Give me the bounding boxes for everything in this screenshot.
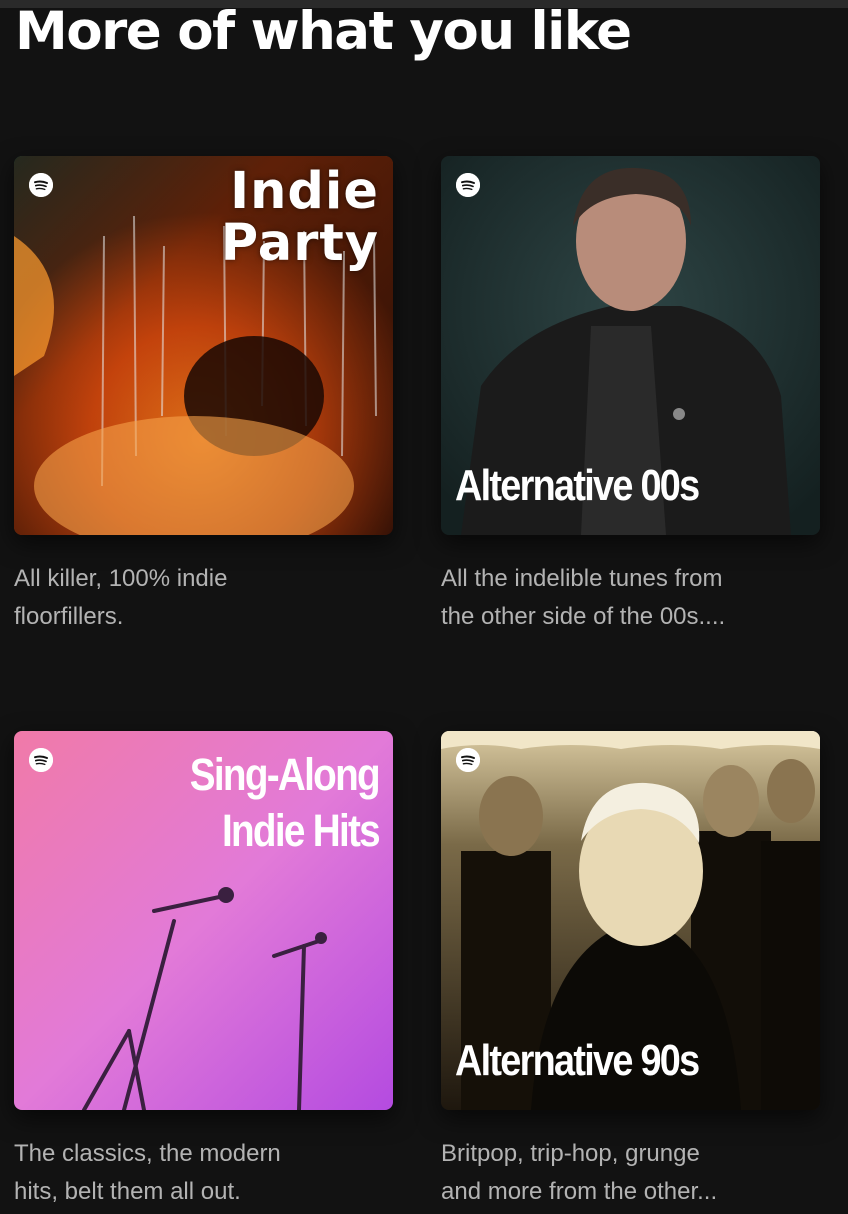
playlist-card-alternative-90s[interactable]: Alternative 90s Britpop, trip-hop, grung… xyxy=(441,731,820,1211)
cover-title: Alternative 90s xyxy=(455,1036,700,1085)
playlist-cover-alternative-90s[interactable]: Alternative 90s xyxy=(441,731,820,1110)
playlist-card-sing-along-indie-hits[interactable]: Sing-Along Indie Hits The classics, the … xyxy=(14,731,393,1211)
playlist-description: The classics, the modern hits, belt them… xyxy=(14,1140,281,1205)
cover-title: Alternative 00s xyxy=(455,461,700,510)
spotify-logo-icon xyxy=(456,748,480,772)
playlist-cover-sing-along-indie-hits[interactable]: Sing-Along Indie Hits xyxy=(14,731,393,1110)
playlist-description: Britpop, trip-hop, grunge and more from … xyxy=(441,1140,718,1205)
section-title: More of what you like xyxy=(15,1,632,62)
spotify-logo-icon xyxy=(29,173,53,197)
playlist-cover-alternative-00s[interactable]: Alternative 00s xyxy=(441,156,820,535)
playlist-card-indie-party[interactable]: Indie Party All killer, 100% indie floor… xyxy=(14,156,393,636)
playlist-description: All the indelible tunes from the other s… xyxy=(441,565,726,630)
playlist-description: All killer, 100% indie floorfillers. xyxy=(14,565,228,630)
playlist-card-alternative-00s[interactable]: Alternative 00s All the indelible tunes … xyxy=(441,156,820,636)
cover-title: Sing-Along Indie Hits xyxy=(189,749,381,856)
cover-title: Indie Party xyxy=(220,162,379,273)
spotify-logo-icon xyxy=(29,748,53,772)
spotify-logo-icon xyxy=(456,173,480,197)
playlist-cover-indie-party[interactable]: Indie Party xyxy=(14,156,393,535)
